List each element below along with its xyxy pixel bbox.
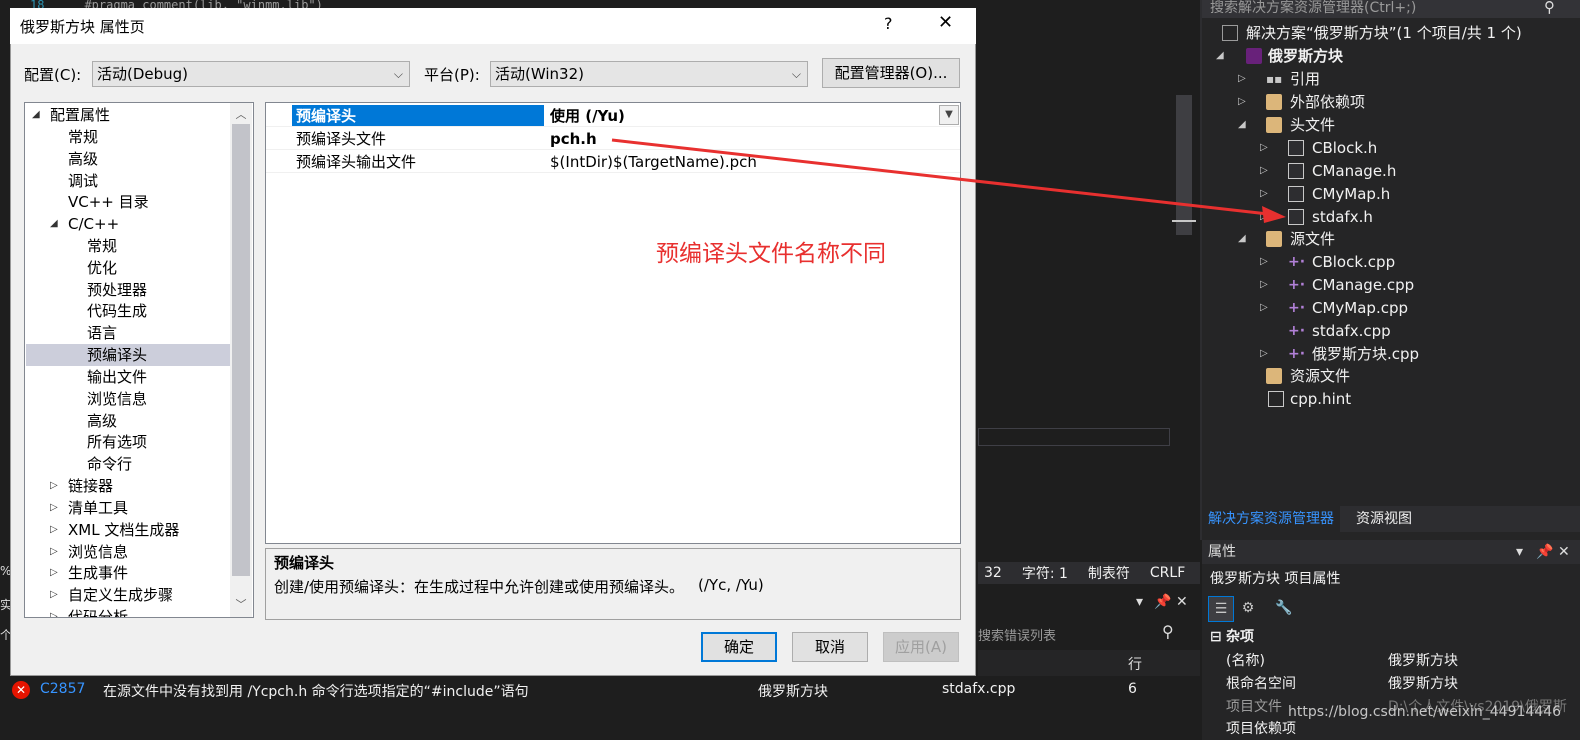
arrow-head: [1262, 206, 1286, 223]
arrow-line: [611, 138, 1269, 216]
annotation-arrow: [611, 138, 1286, 223]
annotation-text: 预编译头文件名称不同: [656, 241, 886, 267]
